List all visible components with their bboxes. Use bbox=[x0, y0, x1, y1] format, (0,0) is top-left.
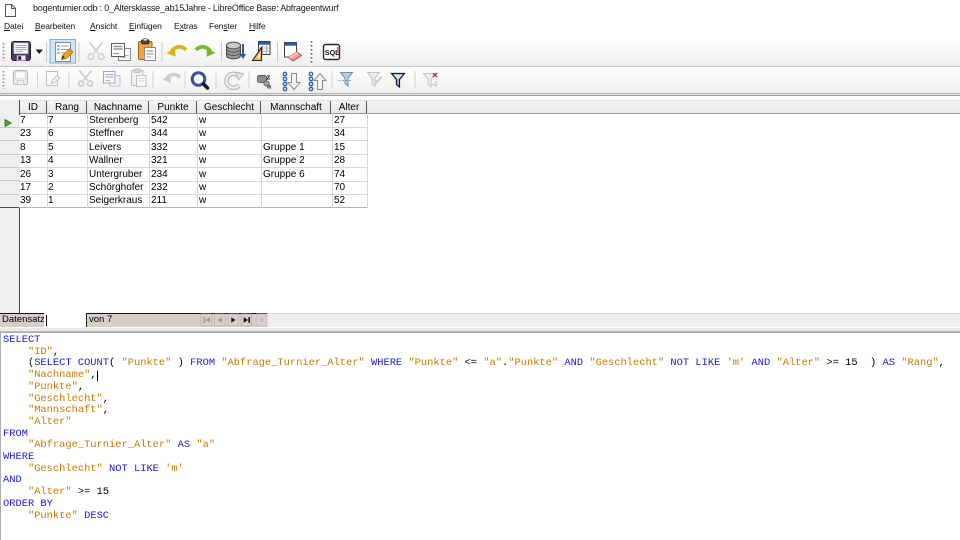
svg-text:a: a bbox=[267, 82, 272, 91]
svg-text:z: z bbox=[267, 73, 271, 82]
